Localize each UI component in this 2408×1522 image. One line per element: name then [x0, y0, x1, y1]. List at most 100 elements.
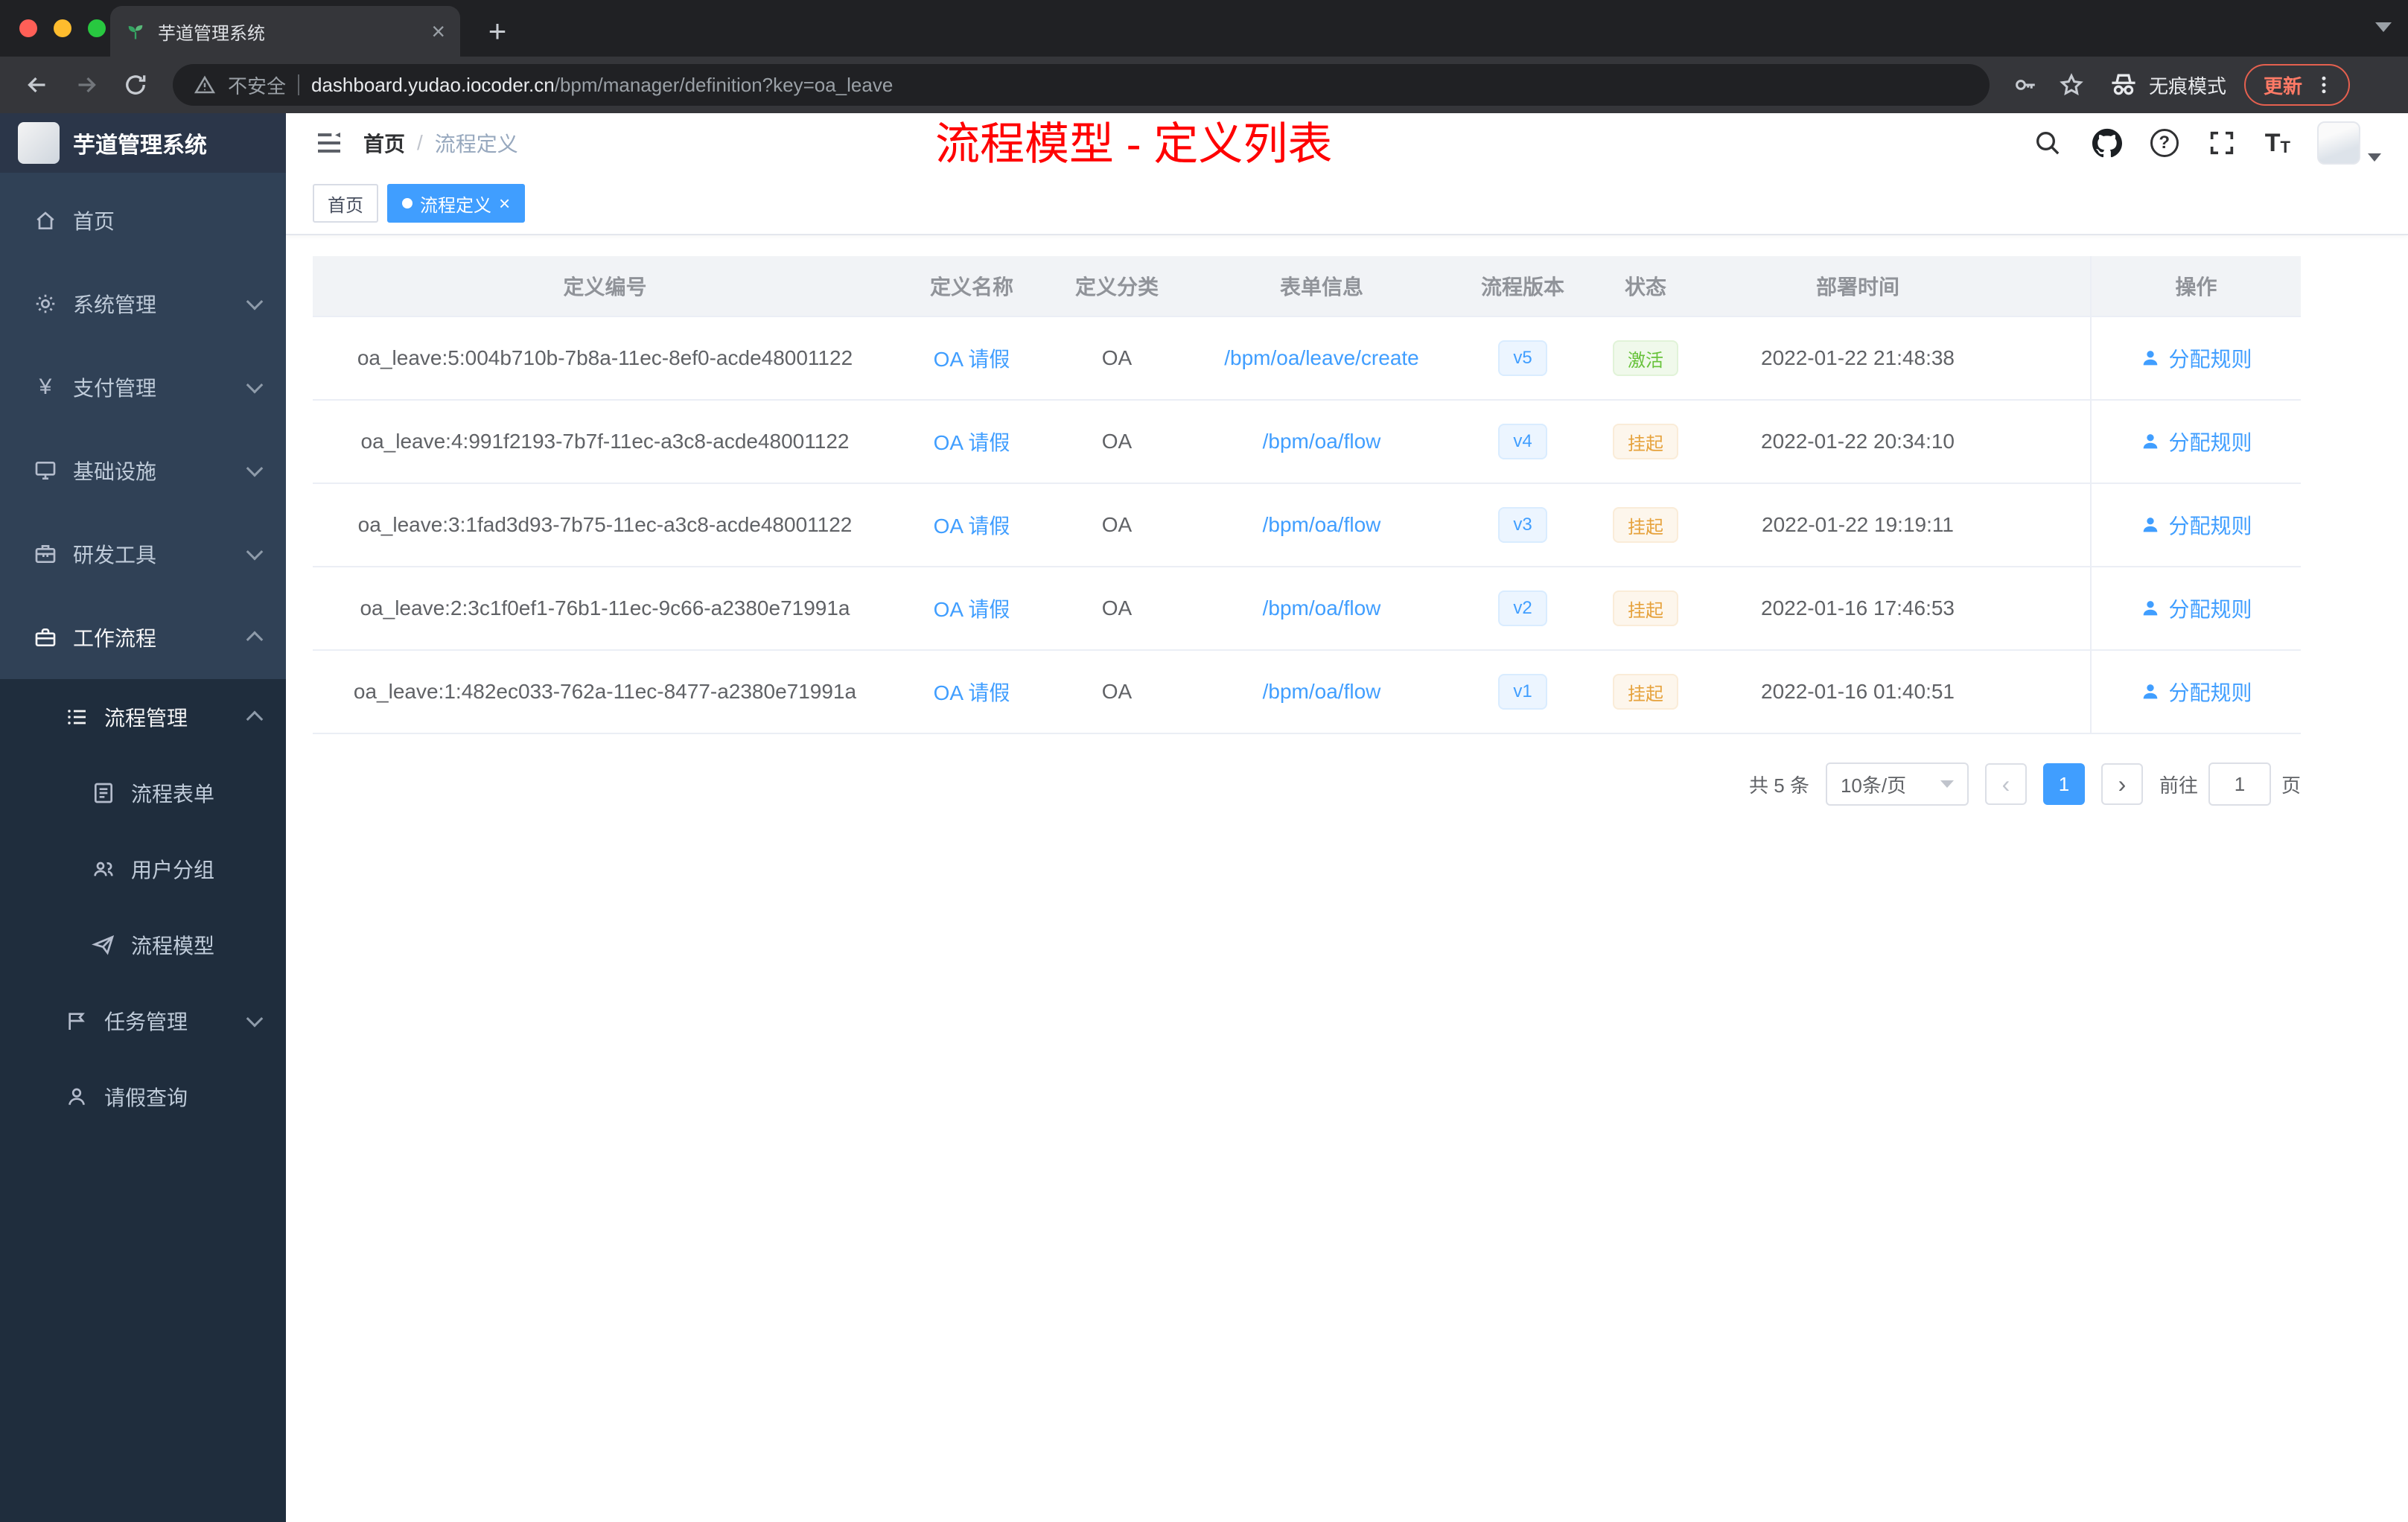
- address-bar[interactable]: 不安全 dashboard.yudao.iocoder.cn/bpm/manag…: [173, 64, 1990, 106]
- assign-rule-button[interactable]: 分配规则: [2140, 510, 2252, 540]
- goto-page-input[interactable]: [2208, 762, 2271, 806]
- tab-close-icon[interactable]: ×: [431, 19, 445, 43]
- key-icon[interactable]: [2007, 67, 2043, 103]
- definition-id: oa_leave:3:1fad3d93-7b75-11ec-a3c8-acde4…: [357, 513, 853, 536]
- fullscreen-icon[interactable]: [2205, 127, 2238, 159]
- caret-down-icon: [1940, 780, 1954, 788]
- browser-toolbar: 不安全 dashboard.yudao.iocoder.cn/bpm/manag…: [0, 57, 2408, 113]
- assign-rule-label: 分配规则: [2168, 348, 2252, 371]
- help-icon[interactable]: ?: [2150, 129, 2179, 157]
- forward-button[interactable]: [67, 66, 106, 104]
- user-avatar-menu[interactable]: [2317, 121, 2381, 165]
- sidebar-item-dev-tools[interactable]: 研发工具: [0, 512, 286, 596]
- tags-view-bar: 首页 流程定义 ×: [286, 173, 2408, 235]
- column-header-category: 定义分类: [1046, 256, 1188, 316]
- form-link[interactable]: /bpm/oa/flow: [1263, 596, 1381, 620]
- pagination-goto: 前往 页: [2159, 762, 2301, 806]
- sidebar-item-workflow[interactable]: 工作流程: [0, 596, 286, 679]
- close-window-button[interactable]: [19, 19, 37, 37]
- sidebar-item-infrastructure[interactable]: 基础设施: [0, 429, 286, 512]
- sidebar-item-system-management[interactable]: 系统管理: [0, 262, 286, 346]
- reload-button[interactable]: [116, 66, 155, 104]
- sidebar-item-home[interactable]: 首页: [0, 179, 286, 262]
- sidebar-brand[interactable]: 芋道管理系统: [0, 113, 286, 173]
- search-icon[interactable]: [2031, 127, 2064, 159]
- definition-id: oa_leave:4:991f2193-7b7f-11ec-a3c8-acde4…: [360, 430, 850, 453]
- form-link[interactable]: /bpm/oa/flow: [1263, 680, 1381, 704]
- definition-name-link[interactable]: OA 请假: [934, 427, 1010, 456]
- user-icon: [64, 1084, 89, 1109]
- table-header-row: 定义编号 定义名称 定义分类 表单信息 流程版本 状态 部署时间 操作: [313, 256, 2301, 317]
- tag-process-definition[interactable]: 流程定义 ×: [387, 184, 526, 223]
- table-row: oa_leave:1:482ec033-762a-11ec-8477-a2380…: [313, 651, 2301, 734]
- prev-page-button[interactable]: ‹: [1984, 763, 2027, 805]
- next-page-button[interactable]: ›: [2100, 763, 2143, 805]
- window-controls: [19, 19, 106, 37]
- hamburger-icon[interactable]: [313, 127, 345, 159]
- definition-name-link[interactable]: OA 请假: [934, 593, 1010, 623]
- main-panel: 首页 / 流程定义 流程模型 - 定义列表 ? TT 首页 流程定义 × 定义编…: [286, 113, 2408, 1522]
- chevron-down-icon: [246, 376, 264, 394]
- tab-search-chevron-icon[interactable]: [2375, 22, 2392, 32]
- sidebar-item-label: 任务管理: [104, 1010, 188, 1034]
- monitor-icon: [33, 458, 58, 483]
- back-button[interactable]: [18, 66, 57, 104]
- zoom-window-button[interactable]: [88, 19, 106, 37]
- browser-update-chip[interactable]: 更新: [2244, 64, 2351, 106]
- new-tab-button[interactable]: +: [480, 13, 515, 49]
- goto-unit-label: 页: [2281, 774, 2301, 797]
- assign-rule-button[interactable]: 分配规则: [2140, 427, 2252, 456]
- tag-home[interactable]: 首页: [313, 184, 378, 223]
- page-number-1[interactable]: 1: [2042, 763, 2085, 805]
- pagination: 共 5 条 10条/页 ‹ 1 › 前往 页: [313, 762, 2301, 806]
- definition-category: OA: [1101, 346, 1133, 369]
- font-size-icon[interactable]: TT: [2265, 130, 2290, 156]
- incognito-icon: [2112, 74, 2135, 95]
- caret-down-icon: [2368, 153, 2381, 162]
- definition-name-link[interactable]: OA 请假: [934, 343, 1010, 373]
- sidebar-item-process-model[interactable]: 流程模型: [0, 907, 286, 983]
- user-icon: [2144, 518, 2158, 532]
- table-row: oa_leave:2:3c1f0ef1-76b1-11ec-9c66-a2380…: [313, 567, 2301, 651]
- form-link[interactable]: /bpm/oa/flow: [1263, 513, 1381, 537]
- deploy-time: 2022-01-16 17:46:53: [1761, 596, 1955, 620]
- avatar[interactable]: [2317, 121, 2360, 165]
- github-icon[interactable]: [2091, 127, 2124, 159]
- sidebar-item-task-management[interactable]: 任务管理: [0, 983, 286, 1059]
- definition-name-link[interactable]: OA 请假: [934, 510, 1010, 540]
- sidebar-item-label: 流程表单: [131, 783, 215, 806]
- assign-rule-button[interactable]: 分配规则: [2140, 343, 2252, 373]
- page-content: 定义编号 定义名称 定义分类 表单信息 流程版本 状态 部署时间 操作 oa_l…: [286, 235, 2408, 1522]
- browser-tab[interactable]: 芋道管理系统 ×: [110, 6, 460, 57]
- deploy-time: 2022-01-22 21:48:38: [1761, 346, 1955, 369]
- breadcrumb: 首页 / 流程定义: [363, 128, 518, 158]
- sidebar-item-process-form[interactable]: 流程表单: [0, 755, 286, 831]
- sidebar-item-leave-query[interactable]: 请假查询: [0, 1059, 286, 1135]
- header-actions: ? TT: [2031, 121, 2381, 165]
- sidebar-item-label: 研发工具: [73, 544, 157, 567]
- sidebar-item-label: 请假查询: [104, 1086, 188, 1109]
- breadcrumb-current: 流程定义: [434, 133, 518, 156]
- sidebar-item-label: 首页: [73, 210, 115, 233]
- assign-rule-button[interactable]: 分配规则: [2140, 593, 2252, 623]
- update-label[interactable]: 更新: [2264, 71, 2302, 99]
- tag-close-icon[interactable]: ×: [499, 194, 510, 213]
- user-icon: [2144, 684, 2158, 699]
- minimize-window-button[interactable]: [54, 19, 71, 37]
- security-label[interactable]: 不安全: [228, 71, 286, 99]
- definition-name-link[interactable]: OA 请假: [934, 677, 1010, 707]
- sidebar-item-user-groups[interactable]: 用户分组: [0, 831, 286, 907]
- page-size-select[interactable]: 10条/页: [1825, 762, 1969, 806]
- deploy-time: 2022-01-16 01:40:51: [1761, 680, 1955, 703]
- form-link[interactable]: /bpm/oa/flow: [1263, 430, 1381, 453]
- browser-menu-kebab-icon[interactable]: [2313, 74, 2335, 96]
- breadcrumb-home[interactable]: 首页: [363, 128, 405, 158]
- row-filler: [2014, 317, 2090, 399]
- bookmark-star-icon[interactable]: [2054, 67, 2089, 103]
- assign-rule-button[interactable]: 分配规则: [2140, 677, 2252, 707]
- form-link[interactable]: /bpm/oa/leave/create: [1224, 346, 1419, 370]
- sidebar-item-process-management[interactable]: 流程管理: [0, 679, 286, 755]
- sidebar-item-payment-management[interactable]: ¥ 支付管理: [0, 346, 286, 429]
- table-row: oa_leave:5:004b710b-7b8a-11ec-8ef0-acde4…: [313, 317, 2301, 401]
- url-domain: dashboard.yudao.iocoder.cn: [311, 73, 555, 96]
